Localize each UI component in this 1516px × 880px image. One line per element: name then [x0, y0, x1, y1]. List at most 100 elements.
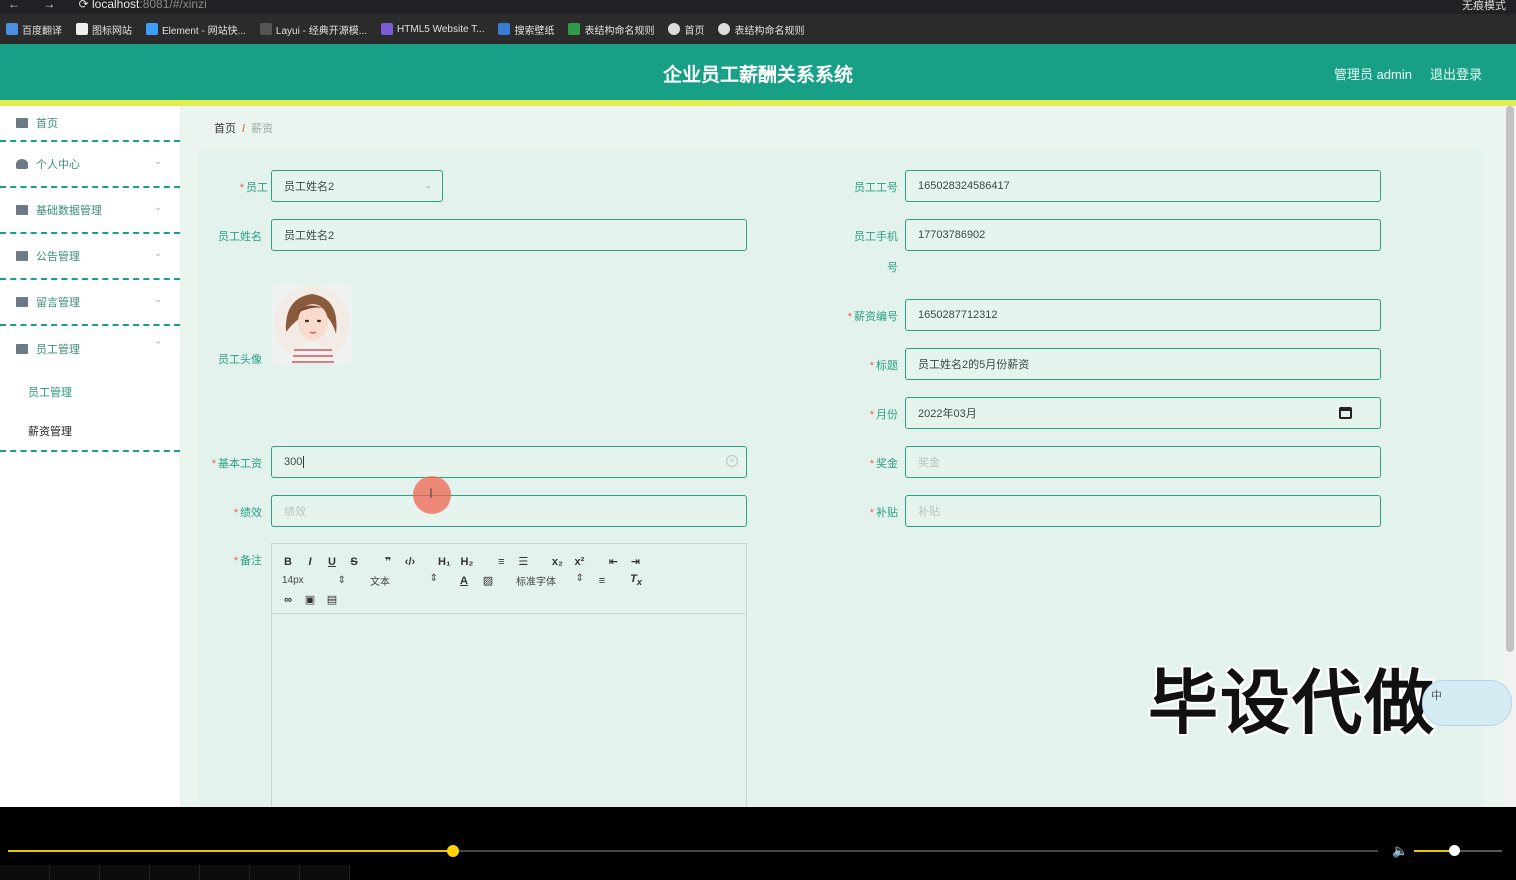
- link-icon[interactable]: ∞: [282, 594, 294, 606]
- image-icon[interactable]: ▣: [304, 593, 316, 606]
- salary-no-field[interactable]: 1650287712312: [905, 299, 1381, 331]
- remark-rich-editor[interactable]: B I U S ❞ ‹/› H₁ H₂ ≡ ☰ x₂ x² ⇤ ⇥ 14px ⇕…: [271, 543, 747, 807]
- bookmark-label: 表结构命名规则: [584, 25, 655, 37]
- browser-toolbar: ← → ⟳ localhost:8081/#/xinzi 无痕模式: [0, 0, 1516, 14]
- video-icon[interactable]: ▤: [326, 593, 338, 606]
- text-type-select[interactable]: 文本 ⇕: [352, 573, 444, 588]
- incognito-label[interactable]: 无痕模式: [1462, 0, 1506, 13]
- input-method-badge: 中: [1422, 680, 1512, 726]
- bookmark-item[interactable]: Layui - 经典开源模...: [259, 22, 367, 37]
- breadcrumb-home[interactable]: 首页: [214, 123, 236, 135]
- sidebar-item-messages[interactable]: 留言管理 ⌄: [0, 280, 180, 326]
- superscript-button[interactable]: x²: [573, 556, 585, 568]
- editor-content-area[interactable]: [272, 614, 746, 807]
- bookmark-item[interactable]: 百度翻译: [6, 22, 62, 37]
- sidebar-sub-employee-manage[interactable]: 员工管理: [0, 372, 180, 412]
- name-field[interactable]: 员工姓名2: [271, 219, 747, 251]
- bookmark-label: 首页: [684, 25, 705, 37]
- align-icon[interactable]: ≡: [596, 575, 608, 587]
- performance-input[interactable]: 绩效: [271, 495, 747, 527]
- code-button[interactable]: ‹/›: [404, 556, 416, 568]
- base-salary-input[interactable]: 300 ×: [271, 446, 747, 478]
- scrollbar-thumb[interactable]: [1506, 106, 1514, 652]
- strip-segment: [200, 865, 250, 880]
- mouse-cursor-highlight: I: [413, 476, 451, 514]
- background-color-icon[interactable]: ▨: [482, 574, 494, 587]
- bookmark-item[interactable]: HTML5 Website T...: [381, 23, 484, 35]
- sidebar-item-label: 基础数据管理: [36, 205, 102, 217]
- ordered-list-button[interactable]: ≡: [495, 556, 507, 568]
- title-value: 员工姓名2的5月份薪资: [918, 359, 1030, 371]
- phone-field[interactable]: 17703786902: [905, 219, 1381, 251]
- progress-fill: [8, 850, 454, 852]
- clear-icon[interactable]: ×: [726, 455, 738, 467]
- bookmark-item[interactable]: 搜索壁纸: [498, 22, 554, 37]
- sidebar-item-notices[interactable]: 公告管理 ⌄: [0, 234, 180, 280]
- app-window: 企业员工薪酬关系系统 管理员 admin 退出登录 首页 个人中心 ⌄ 基础数据管…: [0, 44, 1516, 807]
- progress-bar[interactable]: [8, 845, 1378, 857]
- base-salary-value: 300: [284, 456, 303, 468]
- admin-label[interactable]: 管理员 admin: [1334, 64, 1412, 83]
- select-arrow-icon: ⇕: [575, 573, 584, 584]
- sidebar-item-basic-data[interactable]: 基础数据管理 ⌄: [0, 188, 180, 234]
- url-path: :8081/#/xinzi: [139, 0, 207, 11]
- select-arrow-icon: ⇕: [337, 575, 346, 586]
- bookmarks-bar: 百度翻译 图标网站 Element - 网站快... Layui - 经典开源模…: [0, 14, 1516, 44]
- h1-button[interactable]: H₁: [438, 556, 451, 568]
- select-arrow-icon: ⇕: [429, 573, 438, 584]
- sidebar-item-home[interactable]: 首页: [0, 106, 180, 142]
- breadcrumb-separator: /: [242, 123, 246, 135]
- calendar-icon[interactable]: [1339, 407, 1352, 419]
- h2-button[interactable]: H₂: [461, 556, 474, 568]
- outdent-button[interactable]: ⇤: [607, 555, 619, 568]
- title-field[interactable]: 员工姓名2的5月份薪资: [905, 348, 1381, 380]
- font-color-icon[interactable]: A: [458, 575, 470, 587]
- bonus-input[interactable]: 奖金: [905, 446, 1381, 478]
- watermark-text: 毕设代做: [1148, 662, 1436, 744]
- blockquote-button[interactable]: ❞: [382, 555, 394, 568]
- month-picker[interactable]: 2022年03月: [905, 397, 1381, 429]
- chevron-down-icon: ⌄: [154, 156, 162, 166]
- allowance-input[interactable]: 补贴: [905, 495, 1381, 527]
- logout-button[interactable]: 退出登录: [1430, 64, 1482, 83]
- bookmark-item[interactable]: 表结构命名规则: [718, 22, 804, 37]
- flag-icon: [16, 297, 28, 307]
- sidebar-item-profile[interactable]: 个人中心 ⌄: [0, 142, 180, 188]
- strip-segment: [0, 865, 50, 880]
- employee-avatar[interactable]: [272, 284, 352, 364]
- bookmark-label: 百度翻译: [22, 25, 62, 37]
- bookmark-item[interactable]: 首页: [668, 22, 704, 37]
- font-family-select[interactable]: 标准字体 ⇕: [494, 573, 590, 588]
- emp-no-field[interactable]: 165028324586417: [905, 170, 1381, 202]
- underline-button[interactable]: U: [326, 556, 338, 568]
- address-bar[interactable]: localhost:8081/#/xinzi: [92, 0, 207, 11]
- subscript-button[interactable]: x₂: [551, 556, 563, 568]
- bullet-list-button[interactable]: ☰: [517, 555, 529, 568]
- strike-button[interactable]: S: [348, 556, 360, 568]
- bookmark-item[interactable]: Element - 网站快...: [146, 22, 246, 37]
- employee-select[interactable]: 员工姓名2 ⌄: [271, 170, 443, 202]
- volume-slider[interactable]: [1414, 845, 1502, 856]
- bold-button[interactable]: B: [282, 556, 294, 568]
- breadcrumb: 首页 / 薪资: [214, 120, 273, 136]
- browser-nav-buttons[interactable]: ← → ⟳: [8, 0, 99, 11]
- video-player-controls: 🔈: [0, 807, 1516, 880]
- bookmark-item[interactable]: 图标网站: [76, 22, 132, 37]
- clear-format-icon[interactable]: Tx: [630, 573, 642, 587]
- bookmark-item[interactable]: 表结构命名规则: [568, 22, 654, 37]
- volume-knob[interactable]: [1448, 845, 1460, 856]
- volume-icon[interactable]: 🔈: [1392, 843, 1408, 859]
- bookmark-label: 搜索壁纸: [514, 25, 555, 37]
- strip-segment: [150, 865, 200, 880]
- font-size-select[interactable]: 14px ⇕: [282, 575, 352, 586]
- italic-button[interactable]: I: [304, 556, 316, 568]
- indent-button[interactable]: ⇥: [629, 555, 641, 568]
- sidebar-item-employees[interactable]: 员工管理 ⌃: [0, 326, 180, 372]
- text-cursor-icon: I: [429, 485, 433, 501]
- allowance-label: * 补贴: [869, 507, 898, 519]
- phone-label-wrap: 号: [887, 262, 898, 274]
- sidebar-item-label: 个人中心: [36, 159, 80, 171]
- editor-toolbar-row: 14px ⇕ 文本 ⇕ A ▨ 标准字体 ⇕ ≡ Tx: [282, 571, 736, 590]
- progress-knob[interactable]: [447, 845, 460, 857]
- sidebar-sub-salary-manage[interactable]: 薪资管理: [0, 412, 180, 452]
